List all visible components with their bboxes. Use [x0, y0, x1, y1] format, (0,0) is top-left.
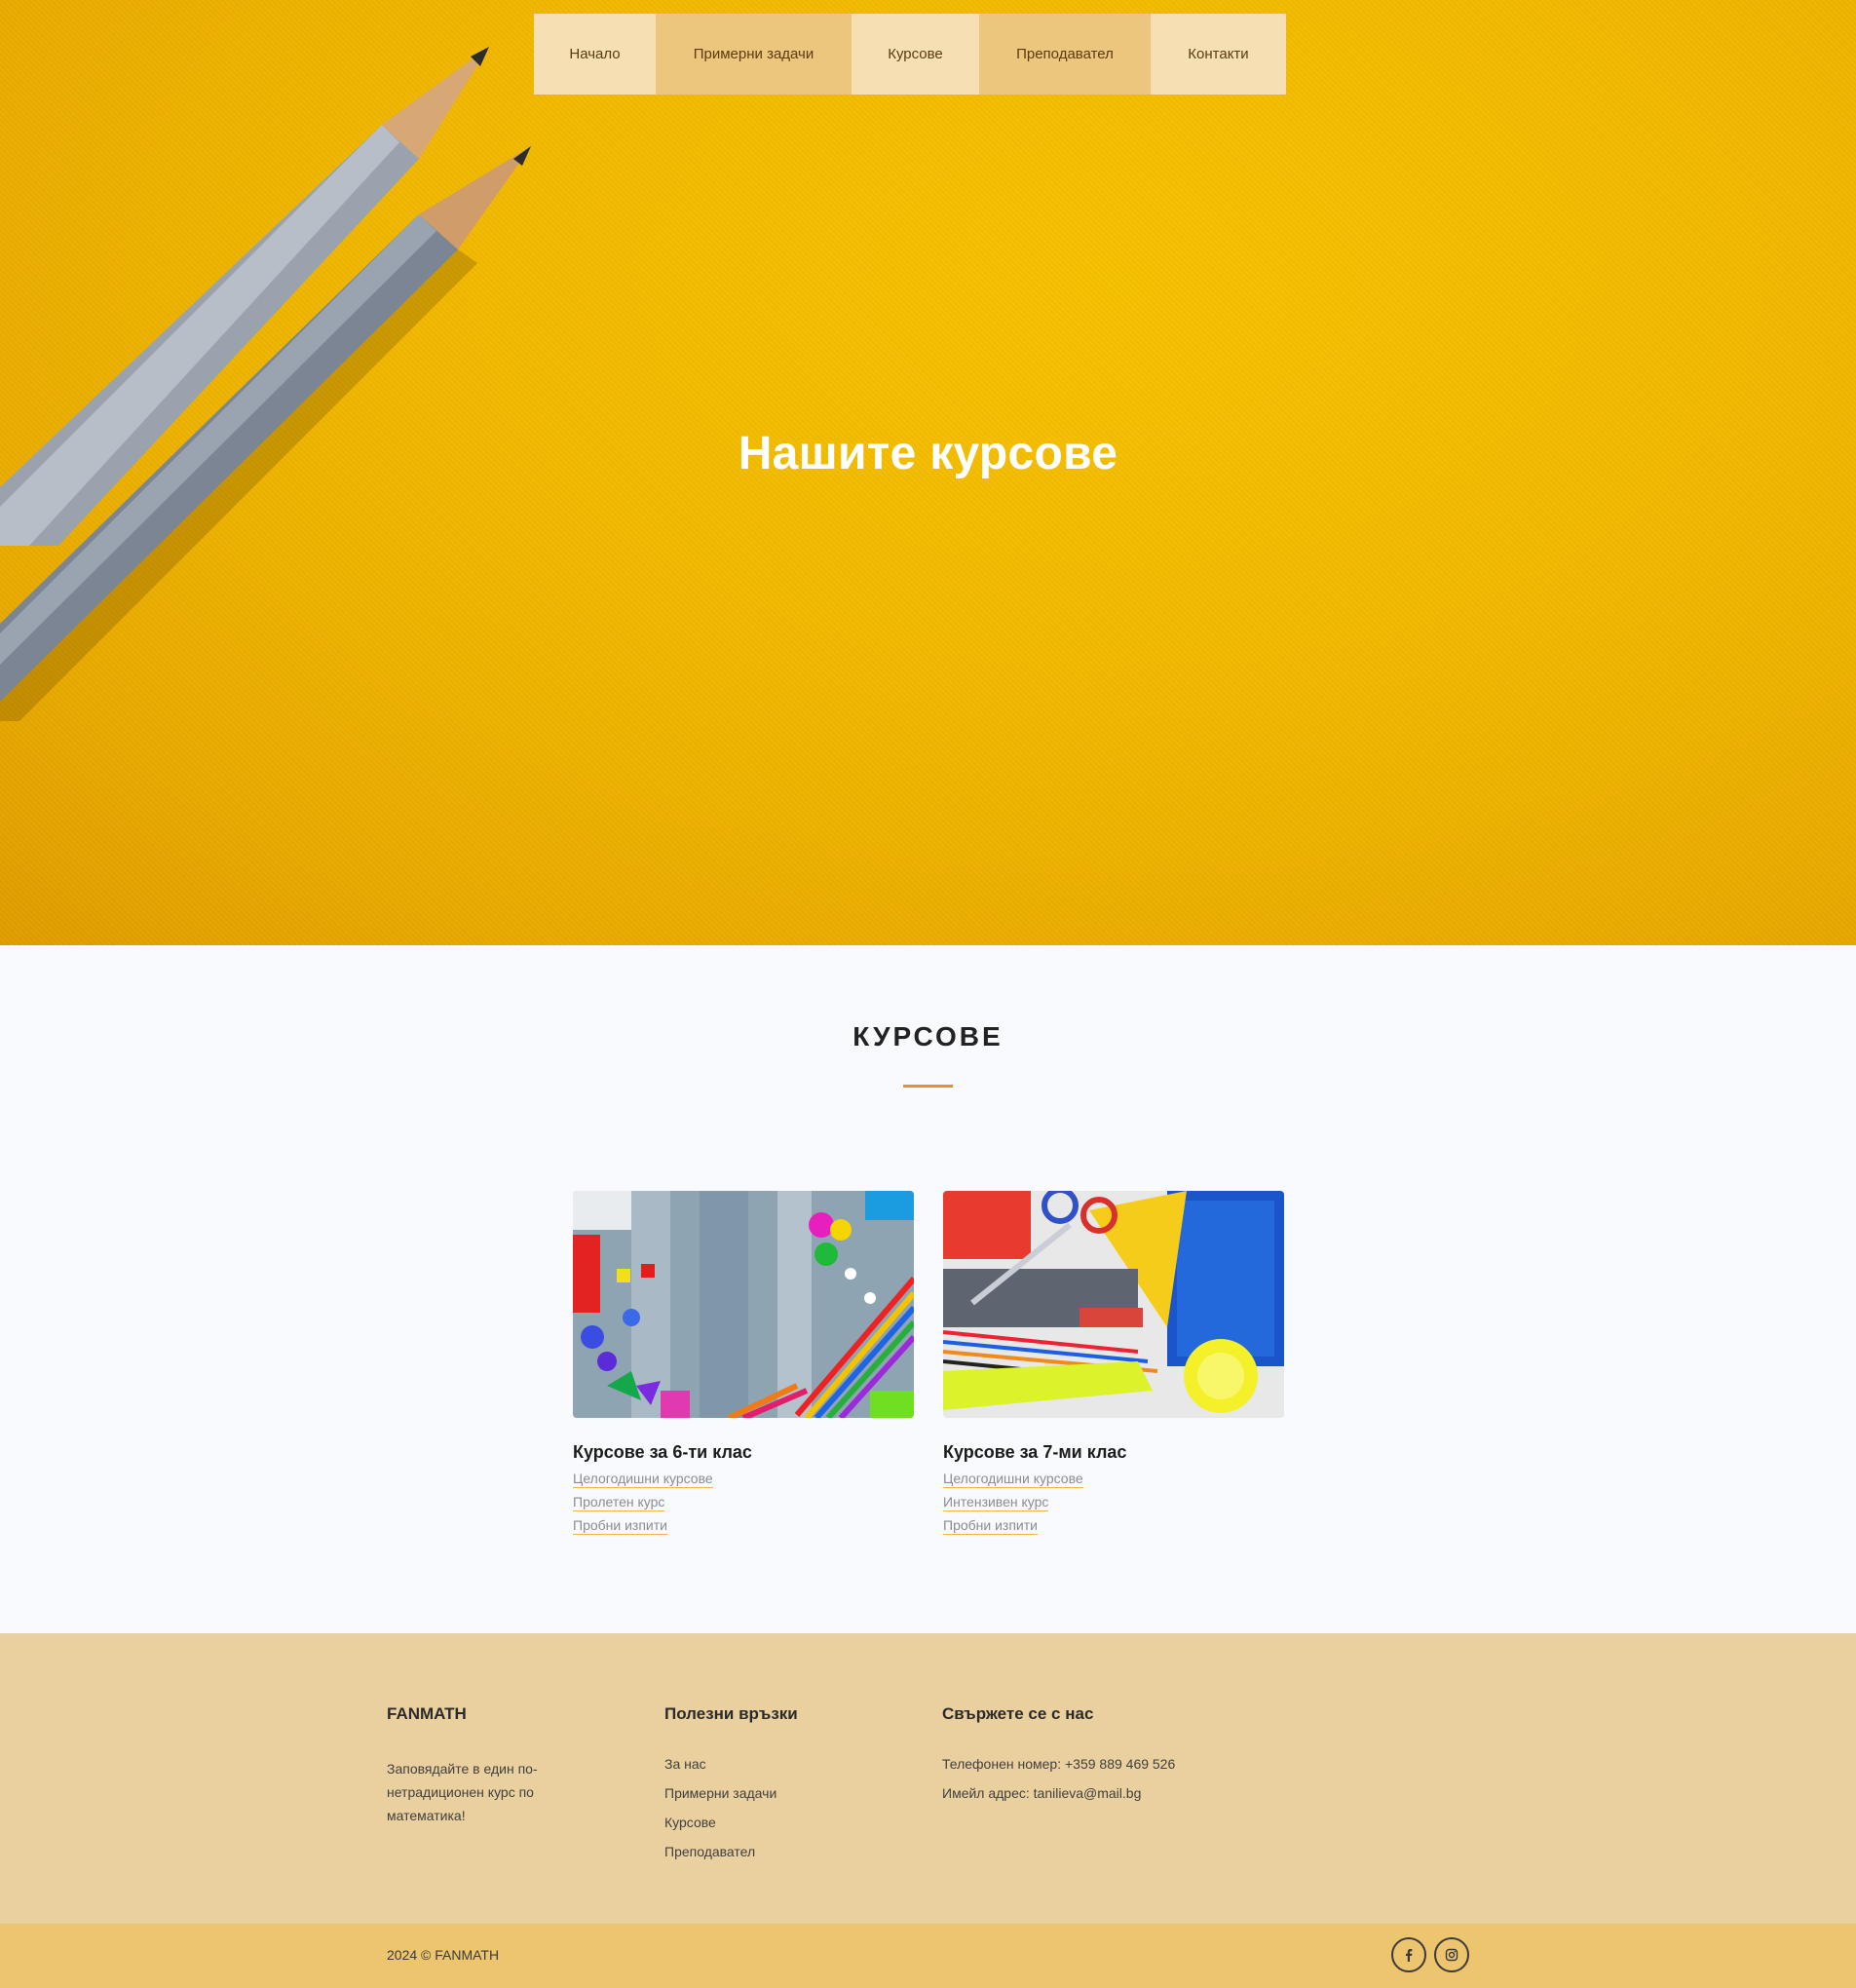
- course-image-7th[interactable]: [943, 1191, 1284, 1418]
- pencils-image: [0, 47, 531, 721]
- footer-link-sample-problems[interactable]: Примерни задачи: [664, 1778, 879, 1808]
- nav-item-courses[interactable]: Курсове: [852, 14, 979, 95]
- course-link[interactable]: Пробни изпити: [943, 1517, 1038, 1535]
- nav-item-contacts[interactable]: Контакти: [1151, 14, 1286, 95]
- section-title: КУРСОВЕ: [852, 1021, 1004, 1051]
- nav-item-teacher[interactable]: Преподавател: [979, 14, 1151, 95]
- footer-email: Имейл адрес: tanilieva@mail.bg: [942, 1785, 1142, 1801]
- hero-banner: Нашите курсове: [0, 0, 1856, 945]
- bottom-bar: 2024 © FANMATH: [0, 1924, 1856, 1988]
- course-link[interactable]: Целогодишни курсове: [943, 1471, 1083, 1488]
- course-title-7th: Курсове за 7-ми клас: [943, 1442, 1127, 1462]
- footer-contact: Свържете се с нас Телефонен номер: +359 …: [942, 1704, 1293, 1808]
- footer: FANMATH Заповядайте в един по-нетрадицио…: [0, 1633, 1856, 1924]
- instagram-icon[interactable]: [1434, 1937, 1469, 1972]
- footer-link-courses[interactable]: Курсове: [664, 1808, 879, 1837]
- footer-link-about[interactable]: За нас: [664, 1749, 879, 1778]
- footer-useful-links: Полезни връзки За нас Примерни задачи Ку…: [664, 1704, 879, 1866]
- nav-item-home[interactable]: Начало: [534, 14, 656, 95]
- title-divider: [903, 1085, 953, 1088]
- course-link[interactable]: Пролетен курс: [573, 1494, 665, 1511]
- facebook-icon[interactable]: [1391, 1937, 1426, 1972]
- footer-brand: FANMATH Заповядайте в един по-нетрадицио…: [387, 1704, 582, 1827]
- course-title-6th: Курсове за 6-ти клас: [573, 1442, 752, 1462]
- course-links-6th: Целогодишни курсове Пролетен курс Пробни…: [573, 1471, 914, 1536]
- footer-phone: Телефонен номер: +359 889 469 526: [942, 1756, 1176, 1772]
- footer-contact-title: Свържете се с нас: [942, 1704, 1094, 1723]
- course-card-6th: Курсове за 6-ти клас Целогодишни курсове…: [573, 1191, 914, 1541]
- footer-brand-text: Заповядайте в един по-нетрадиционен курс…: [387, 1761, 538, 1823]
- nav-item-sample-problems[interactable]: Примерни задачи: [656, 14, 852, 95]
- footer-link-teacher[interactable]: Преподавател: [664, 1837, 879, 1866]
- copyright: 2024 © FANMATH: [387, 1947, 500, 1963]
- footer-brand-title: FANMATH: [387, 1704, 467, 1723]
- course-card-7th: Курсове за 7-ми клас Целогодишни курсове…: [943, 1191, 1284, 1541]
- course-image-6th[interactable]: [573, 1191, 914, 1418]
- course-link[interactable]: Пробни изпити: [573, 1517, 667, 1535]
- course-links-7th: Целогодишни курсове Интензивен курс Проб…: [943, 1471, 1284, 1536]
- main-nav: Начало Примерни задачи Курсове Преподава…: [534, 14, 1286, 95]
- course-link[interactable]: Интензивен курс: [943, 1494, 1049, 1511]
- footer-links-title: Полезни връзки: [664, 1704, 798, 1723]
- course-link[interactable]: Целогодишни курсове: [573, 1471, 713, 1488]
- hero-title: Нашите курсове: [738, 428, 1118, 479]
